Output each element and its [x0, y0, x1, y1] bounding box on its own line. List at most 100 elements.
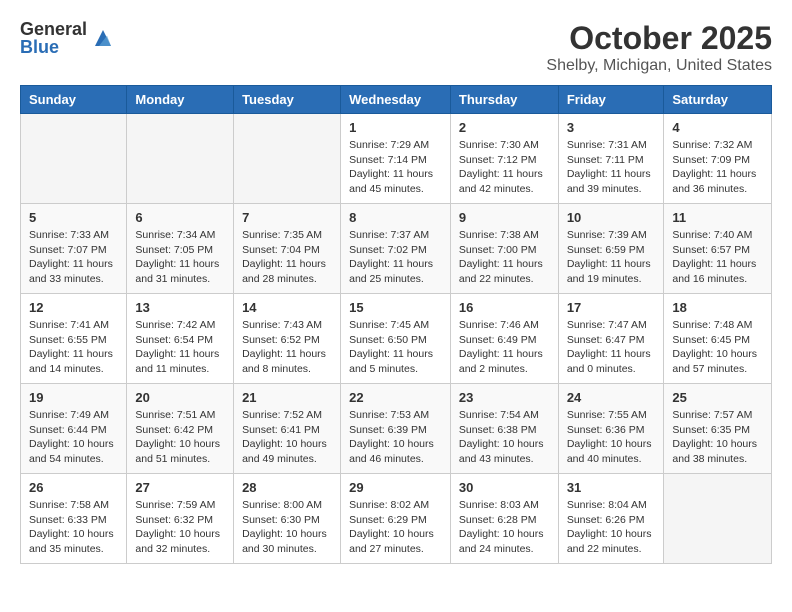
logo-blue-text: Blue	[20, 38, 87, 56]
day-info: Sunrise: 7:39 AM Sunset: 6:59 PM Dayligh…	[567, 228, 656, 287]
day-cell: 6 Sunrise: 7:34 AM Sunset: 7:05 PM Daylig…	[127, 204, 234, 294]
day-info: Sunrise: 7:37 AM Sunset: 7:02 PM Dayligh…	[349, 228, 442, 287]
logo-icon	[91, 26, 115, 50]
day-number: 7	[242, 210, 332, 225]
header-cell-tuesday: Tuesday	[234, 86, 341, 114]
day-cell: 8 Sunrise: 7:37 AM Sunset: 7:02 PM Daylig…	[341, 204, 451, 294]
day-info: Sunrise: 7:53 AM Sunset: 6:39 PM Dayligh…	[349, 408, 442, 467]
day-info: Sunrise: 7:31 AM Sunset: 7:11 PM Dayligh…	[567, 138, 656, 197]
title-block: October 2025 Shelby, Michigan, United St…	[546, 20, 772, 75]
day-info: Sunrise: 7:29 AM Sunset: 7:14 PM Dayligh…	[349, 138, 442, 197]
day-number: 30	[459, 480, 550, 495]
logo-general-text: General	[20, 20, 87, 38]
day-info: Sunrise: 7:58 AM Sunset: 6:33 PM Dayligh…	[29, 498, 118, 557]
day-cell: 15 Sunrise: 7:45 AM Sunset: 6:50 PM Dayli…	[341, 294, 451, 384]
day-number: 6	[135, 210, 225, 225]
day-number: 12	[29, 300, 118, 315]
day-cell: 17 Sunrise: 7:47 AM Sunset: 6:47 PM Dayli…	[558, 294, 664, 384]
day-info: Sunrise: 7:57 AM Sunset: 6:35 PM Dayligh…	[672, 408, 763, 467]
day-number: 16	[459, 300, 550, 315]
day-cell: 5Sunrise: 7:33 AM Sunset: 7:07 PM Daylig…	[21, 204, 127, 294]
location: Shelby, Michigan, United States	[546, 57, 772, 75]
day-number: 18	[672, 300, 763, 315]
week-row-2: 5Sunrise: 7:33 AM Sunset: 7:07 PM Daylig…	[21, 204, 772, 294]
day-info: Sunrise: 7:40 AM Sunset: 6:57 PM Dayligh…	[672, 228, 763, 287]
header-cell-thursday: Thursday	[450, 86, 558, 114]
day-number: 20	[135, 390, 225, 405]
day-info: Sunrise: 7:46 AM Sunset: 6:49 PM Dayligh…	[459, 318, 550, 377]
day-info: Sunrise: 8:03 AM Sunset: 6:28 PM Dayligh…	[459, 498, 550, 557]
day-info: Sunrise: 7:30 AM Sunset: 7:12 PM Dayligh…	[459, 138, 550, 197]
week-row-5: 26Sunrise: 7:58 AM Sunset: 6:33 PM Dayli…	[21, 474, 772, 564]
header-cell-sunday: Sunday	[21, 86, 127, 114]
day-cell: 25 Sunrise: 7:57 AM Sunset: 6:35 PM Dayli…	[664, 384, 772, 474]
day-number: 19	[29, 390, 118, 405]
day-cell: 31Sunrise: 8:04 AM Sunset: 6:26 PM Dayli…	[558, 474, 664, 564]
day-cell: 1Sunrise: 7:29 AM Sunset: 7:14 PM Daylig…	[341, 114, 451, 204]
day-cell: 9Sunrise: 7:38 AM Sunset: 7:00 PM Daylig…	[450, 204, 558, 294]
day-cell	[21, 114, 127, 204]
week-row-3: 12 Sunrise: 7:41 AM Sunset: 6:55 PM Dayli…	[21, 294, 772, 384]
day-info: Sunrise: 7:51 AM Sunset: 6:42 PM Dayligh…	[135, 408, 225, 467]
day-cell: 22 Sunrise: 7:53 AM Sunset: 6:39 PM Dayli…	[341, 384, 451, 474]
day-info: Sunrise: 8:00 AM Sunset: 6:30 PM Dayligh…	[242, 498, 332, 557]
day-cell: 26Sunrise: 7:58 AM Sunset: 6:33 PM Dayli…	[21, 474, 127, 564]
day-info: Sunrise: 7:41 AM Sunset: 6:55 PM Dayligh…	[29, 318, 118, 377]
day-number: 10	[567, 210, 656, 225]
day-number: 31	[567, 480, 656, 495]
week-row-4: 19 Sunrise: 7:49 AM Sunset: 6:44 PM Dayli…	[21, 384, 772, 474]
day-cell: 20 Sunrise: 7:51 AM Sunset: 6:42 PM Dayli…	[127, 384, 234, 474]
day-number: 27	[135, 480, 225, 495]
day-cell: 3 Sunrise: 7:31 AM Sunset: 7:11 PM Daylig…	[558, 114, 664, 204]
day-number: 24	[567, 390, 656, 405]
day-number: 23	[459, 390, 550, 405]
day-number: 8	[349, 210, 442, 225]
day-number: 17	[567, 300, 656, 315]
month-title: October 2025	[546, 20, 772, 57]
day-cell: 30 Sunrise: 8:03 AM Sunset: 6:28 PM Dayli…	[450, 474, 558, 564]
day-number: 14	[242, 300, 332, 315]
day-cell: 19 Sunrise: 7:49 AM Sunset: 6:44 PM Dayli…	[21, 384, 127, 474]
day-info: Sunrise: 7:32 AM Sunset: 7:09 PM Dayligh…	[672, 138, 763, 197]
day-info: Sunrise: 7:34 AM Sunset: 7:05 PM Dayligh…	[135, 228, 225, 287]
day-number: 4	[672, 120, 763, 135]
header-cell-saturday: Saturday	[664, 86, 772, 114]
day-info: Sunrise: 7:54 AM Sunset: 6:38 PM Dayligh…	[459, 408, 550, 467]
day-cell	[127, 114, 234, 204]
day-cell: 10 Sunrise: 7:39 AM Sunset: 6:59 PM Dayli…	[558, 204, 664, 294]
day-cell: 29Sunrise: 8:02 AM Sunset: 6:29 PM Dayli…	[341, 474, 451, 564]
page-header: General Blue October 2025 Shelby, Michig…	[20, 20, 772, 75]
day-cell: 28 Sunrise: 8:00 AM Sunset: 6:30 PM Dayli…	[234, 474, 341, 564]
header-row: SundayMondayTuesdayWednesdayThursdayFrid…	[21, 86, 772, 114]
day-cell: 11 Sunrise: 7:40 AM Sunset: 6:57 PM Dayli…	[664, 204, 772, 294]
day-cell: 2Sunrise: 7:30 AM Sunset: 7:12 PM Daylig…	[450, 114, 558, 204]
day-number: 13	[135, 300, 225, 315]
day-number: 11	[672, 210, 763, 225]
day-cell: 18Sunrise: 7:48 AM Sunset: 6:45 PM Dayli…	[664, 294, 772, 384]
header-cell-monday: Monday	[127, 86, 234, 114]
day-info: Sunrise: 7:55 AM Sunset: 6:36 PM Dayligh…	[567, 408, 656, 467]
day-info: Sunrise: 7:47 AM Sunset: 6:47 PM Dayligh…	[567, 318, 656, 377]
calendar-table: SundayMondayTuesdayWednesdayThursdayFrid…	[20, 85, 772, 564]
day-cell: 23 Sunrise: 7:54 AM Sunset: 6:38 PM Dayli…	[450, 384, 558, 474]
day-number: 15	[349, 300, 442, 315]
day-number: 22	[349, 390, 442, 405]
day-info: Sunrise: 7:33 AM Sunset: 7:07 PM Dayligh…	[29, 228, 118, 287]
day-info: Sunrise: 7:59 AM Sunset: 6:32 PM Dayligh…	[135, 498, 225, 557]
day-cell: 24 Sunrise: 7:55 AM Sunset: 6:36 PM Dayli…	[558, 384, 664, 474]
day-cell	[234, 114, 341, 204]
logo: General Blue	[20, 20, 115, 56]
day-cell: 27 Sunrise: 7:59 AM Sunset: 6:32 PM Dayli…	[127, 474, 234, 564]
day-cell	[664, 474, 772, 564]
day-info: Sunrise: 7:45 AM Sunset: 6:50 PM Dayligh…	[349, 318, 442, 377]
day-number: 25	[672, 390, 763, 405]
day-cell: 13Sunrise: 7:42 AM Sunset: 6:54 PM Dayli…	[127, 294, 234, 384]
day-number: 28	[242, 480, 332, 495]
day-info: Sunrise: 7:49 AM Sunset: 6:44 PM Dayligh…	[29, 408, 118, 467]
day-number: 3	[567, 120, 656, 135]
day-cell: 7Sunrise: 7:35 AM Sunset: 7:04 PM Daylig…	[234, 204, 341, 294]
day-number: 21	[242, 390, 332, 405]
day-number: 9	[459, 210, 550, 225]
day-cell: 16 Sunrise: 7:46 AM Sunset: 6:49 PM Dayli…	[450, 294, 558, 384]
day-cell: 12 Sunrise: 7:41 AM Sunset: 6:55 PM Dayli…	[21, 294, 127, 384]
